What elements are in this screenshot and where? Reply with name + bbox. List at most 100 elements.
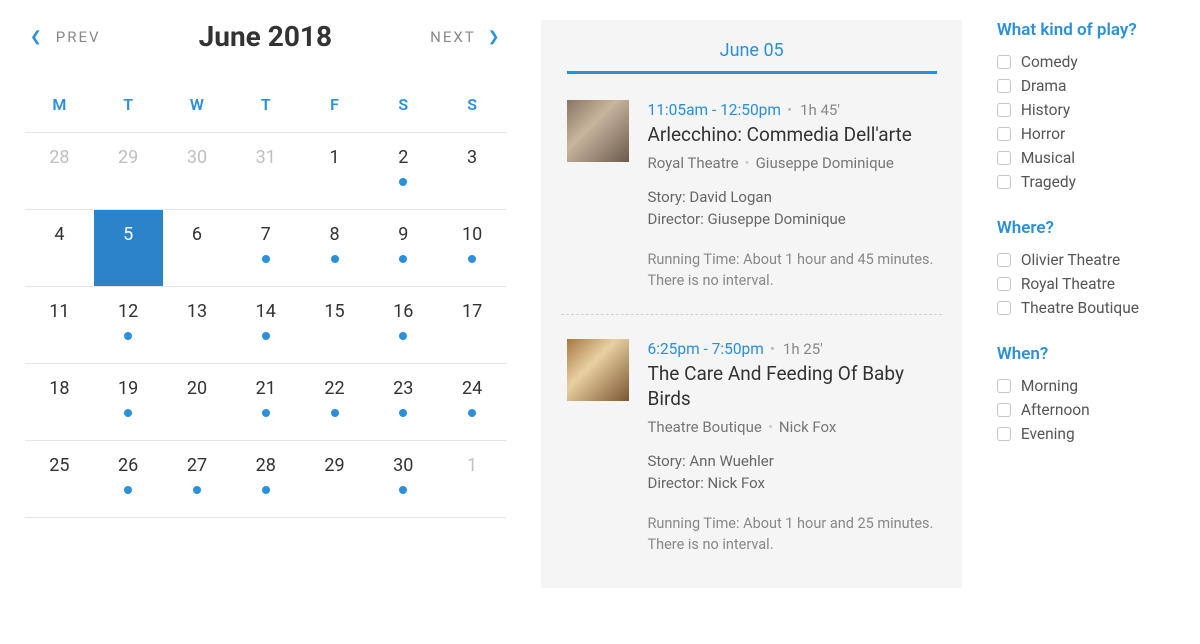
calendar-week: 4 5 678910 (25, 210, 506, 287)
calendar-day[interactable]: 7 (231, 210, 300, 286)
calendar-day[interactable]: 18 (25, 364, 94, 440)
filter-option[interactable]: Afternoon (997, 398, 1175, 422)
calendar-day[interactable]: 13 (163, 287, 232, 363)
event-indicator-dot (262, 409, 270, 417)
filter-option[interactable]: Olivier Theatre (997, 248, 1175, 272)
calendar-day[interactable]: 22 (300, 364, 369, 440)
calendar-day[interactable]: 28 (25, 133, 94, 209)
calendar-day[interactable]: 29 (300, 441, 369, 517)
filter-option[interactable]: Musical (997, 146, 1175, 170)
calendar-day[interactable]: 2 (369, 133, 438, 209)
calendar-day[interactable]: 3 (438, 133, 507, 209)
calendar-day-number: 1 (329, 147, 339, 168)
calendar-day[interactable]: 30 (369, 441, 438, 517)
next-label: NEXT (430, 28, 476, 46)
checkbox-icon (997, 175, 1011, 189)
filter-option[interactable]: Theatre Boutique (997, 296, 1175, 320)
calendar-day[interactable]: 20 (163, 364, 232, 440)
event-thumbnail (567, 100, 629, 162)
calendar-day[interactable]: 1 (438, 441, 507, 517)
event-director: Director: Nick Fox (647, 472, 935, 495)
calendar-day[interactable]: 24 (438, 364, 507, 440)
filter-option[interactable]: Evening (997, 422, 1175, 446)
filter-option-label: Drama (1021, 77, 1067, 95)
calendar-weekday: S (369, 83, 438, 133)
calendar-day[interactable]: 23 (369, 364, 438, 440)
prev-month-button[interactable]: ❮ PREV (30, 28, 101, 46)
event-venue: Royal Theatre (647, 154, 738, 172)
calendar-day-number: 30 (393, 455, 413, 476)
checkbox-icon (997, 379, 1011, 393)
checkbox-icon (997, 301, 1011, 315)
calendar-day[interactable]: 11 (25, 287, 94, 363)
calendar-day-number: 5 (123, 224, 133, 245)
event-indicator-dot (468, 409, 476, 417)
calendar-day-number: 25 (49, 455, 69, 476)
filter-option[interactable]: Comedy (997, 50, 1175, 74)
calendar-day-number: 13 (187, 301, 207, 322)
event-indicator-dot (468, 255, 476, 263)
checkbox-icon (997, 103, 1011, 117)
calendar-day-number: 15 (324, 301, 344, 322)
filter-option[interactable]: Horror (997, 122, 1175, 146)
calendar-day[interactable]: 14 (231, 287, 300, 363)
calendar-day[interactable]: 8 (300, 210, 369, 286)
calendar-weekday: W (163, 83, 232, 133)
filter-option[interactable]: Royal Theatre (997, 272, 1175, 296)
filter-option[interactable]: Tragedy (997, 170, 1175, 194)
event-indicator-dot (331, 409, 339, 417)
calendar-day[interactable]: 12 (94, 287, 163, 363)
calendar-day[interactable]: 21 (231, 364, 300, 440)
event-indicator-dot (124, 332, 132, 340)
calendar-day[interactable]: 30 (163, 133, 232, 209)
filter-title-when: When? (997, 344, 1175, 364)
event-card[interactable]: 11:05am - 12:50pm1h 45'Arlecchino: Comme… (561, 94, 941, 315)
event-title: The Care And Feeding Of Baby Birds (647, 362, 935, 411)
event-artist: Giuseppe Dominique (756, 154, 894, 172)
event-body: 6:25pm - 7:50pm1h 25'The Care And Feedin… (647, 339, 935, 556)
calendar: ❮ PREV June 2018 NEXT ❯ MTWTFSS 28293031… (25, 20, 506, 588)
calendar-day[interactable]: 1 (300, 133, 369, 209)
event-indicator-dot (193, 486, 201, 494)
calendar-day-number: 23 (393, 378, 413, 399)
filter-title-where: Where? (997, 218, 1175, 238)
filter-option[interactable]: Morning (997, 374, 1175, 398)
calendar-day[interactable]: 17 (438, 287, 507, 363)
checkbox-icon (997, 151, 1011, 165)
event-indicator-dot (331, 255, 339, 263)
calendar-day[interactable]: 31 (231, 133, 300, 209)
event-indicator-dot (124, 486, 132, 494)
calendar-day[interactable]: 29 (94, 133, 163, 209)
filter-option-label: Afternoon (1021, 401, 1090, 419)
calendar-day-number: 20 (187, 378, 207, 399)
calendar-day[interactable]: 6 (163, 210, 232, 286)
calendar-day-number: 21 (256, 378, 276, 399)
filter-group-where: Where? Olivier Theatre Royal TheatreTheat… (997, 218, 1175, 320)
filter-title-kind: What kind of play? (997, 20, 1175, 40)
calendar-day[interactable]: 26 (94, 441, 163, 517)
filter-option-label: Olivier Theatre (1021, 251, 1120, 269)
calendar-day[interactable]: 5 (94, 210, 163, 286)
calendar-day[interactable]: 4 (25, 210, 94, 286)
calendar-day-number: 30 (187, 147, 207, 168)
event-card[interactable]: 6:25pm - 7:50pm1h 25'The Care And Feedin… (561, 333, 941, 578)
calendar-day[interactable]: 9 (369, 210, 438, 286)
calendar-day-number: 24 (462, 378, 482, 399)
filter-option-label: History (1021, 101, 1070, 119)
calendar-day[interactable]: 15 (300, 287, 369, 363)
filter-group-when: When? Morning Afternoon Evening (997, 344, 1175, 446)
calendar-day[interactable]: 25 (25, 441, 94, 517)
filter-option-label: Comedy (1021, 53, 1078, 71)
chevron-right-icon: ❯ (488, 29, 502, 45)
filter-option[interactable]: History (997, 98, 1175, 122)
calendar-day-number: 17 (462, 301, 482, 322)
next-month-button[interactable]: NEXT ❯ (430, 28, 501, 46)
calendar-day[interactable]: 10 (438, 210, 507, 286)
filter-option-label: Horror (1021, 125, 1065, 143)
calendar-day[interactable]: 19 (94, 364, 163, 440)
calendar-day[interactable]: 16 (369, 287, 438, 363)
filter-option[interactable]: Drama (997, 74, 1175, 98)
calendar-day[interactable]: 28 (231, 441, 300, 517)
calendar-day[interactable]: 27 (163, 441, 232, 517)
calendar-weekday: T (231, 83, 300, 133)
